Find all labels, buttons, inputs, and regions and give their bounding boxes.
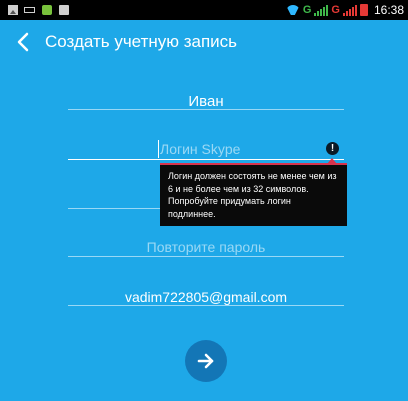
gallery-icon [8, 5, 18, 15]
usb-icon [24, 7, 35, 13]
status-bar: G G 16:38 [0, 0, 408, 20]
status-time: 16:38 [373, 3, 404, 17]
skype-login-underline [68, 159, 344, 160]
password-underline [68, 208, 160, 209]
shopping-bag-icon [59, 5, 69, 15]
next-button[interactable] [185, 340, 227, 382]
network-type-1: G [302, 4, 312, 16]
error-icon[interactable]: ! [326, 142, 339, 155]
confirm-password-input[interactable]: Повторите пароль [68, 239, 344, 255]
confirm-password-underline [68, 256, 344, 257]
signal-icon [342, 4, 357, 16]
wifi-icon [286, 5, 300, 15]
email-field[interactable]: vadim722805@gmail.com [68, 289, 344, 305]
first-name-underline [68, 109, 344, 110]
email-underline [68, 305, 344, 306]
page-title: Создать учетную запись [45, 32, 238, 51]
signal-icon [314, 4, 329, 16]
arrow-right-icon [197, 353, 214, 369]
app-header: Создать учетную запись [0, 20, 408, 64]
status-indicators: G G 16:38 [286, 2, 404, 18]
network-type-2: G [331, 4, 340, 16]
app-cube-icon [42, 5, 52, 15]
first-name-field[interactable]: Иван [68, 93, 344, 110]
battery-icon [359, 4, 368, 16]
login-error-tooltip: Логин должен состоять не менее чем из 6 … [160, 163, 347, 226]
chevron-left-icon[interactable] [13, 31, 35, 53]
skype-login-input[interactable]: Логин Skype [68, 141, 344, 157]
text-cursor [158, 140, 159, 158]
